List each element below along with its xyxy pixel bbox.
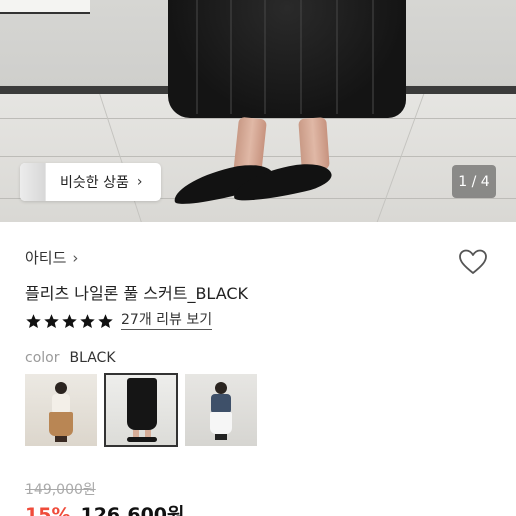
- price-row: 15% 126,600원: [25, 500, 185, 516]
- rating-row: 27개 리뷰 보기: [25, 312, 213, 330]
- heart-icon[interactable]: [457, 246, 489, 278]
- chevron-right-icon: ›: [72, 248, 79, 267]
- star-icon: [44, 313, 59, 328]
- final-price: 126,600원: [80, 504, 185, 516]
- chevron-right-icon: ›: [136, 174, 143, 190]
- similar-products-thumbnail: [20, 163, 46, 201]
- star-icon: [62, 313, 77, 328]
- background-shelf: [0, 0, 90, 14]
- swatch-option-selected[interactable]: [104, 373, 178, 447]
- original-price: 149,000원: [25, 482, 96, 498]
- skirt: [168, 0, 406, 118]
- color-key: color: [25, 350, 60, 366]
- image-pager: 1 / 4: [452, 165, 496, 198]
- brand-name: 아티드: [25, 249, 67, 267]
- discount-rate: 15%: [25, 504, 71, 516]
- product-title: 플리츠 나일론 풀 스커트_BLACK: [25, 284, 249, 303]
- product-image[interactable]: 비슷한 상품 › 1 / 4: [0, 0, 516, 222]
- star-icon: [80, 313, 95, 328]
- color-row: color BLACK: [25, 350, 116, 366]
- rating-stars: [25, 313, 115, 330]
- swatch-option[interactable]: [185, 374, 257, 446]
- star-icon: [26, 313, 41, 328]
- swatch-option[interactable]: [25, 374, 97, 446]
- similar-products-button[interactable]: 비슷한 상품 ›: [20, 163, 161, 201]
- color-value: BLACK: [69, 350, 116, 366]
- similar-products-label: 비슷한 상품: [60, 175, 129, 191]
- leg-right: [298, 117, 330, 171]
- reviews-link[interactable]: 27개 리뷰 보기: [121, 312, 213, 330]
- star-icon: [98, 313, 113, 328]
- color-swatches: [25, 373, 265, 447]
- brand-link[interactable]: 아티드 ›: [25, 247, 78, 268]
